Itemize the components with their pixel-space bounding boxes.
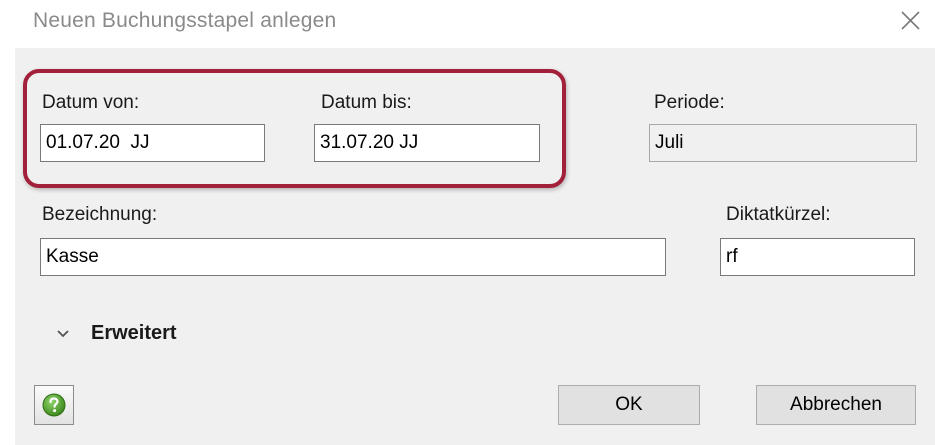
dialog-body: Datum von: Datum bis: Periode: Bezeichnu… (15, 48, 935, 445)
cancel-button[interactable]: Abbrechen (756, 385, 916, 425)
dialog-title: Neuen Buchungsstapel anlegen (33, 9, 337, 32)
ok-button[interactable]: OK (558, 385, 700, 425)
periode-label: Periode: (654, 92, 725, 113)
chevron-down-icon (57, 329, 69, 337)
bezeichnung-field[interactable] (40, 238, 666, 276)
close-icon[interactable] (895, 5, 925, 35)
diktatkuerzel-label: Diktatkürzel: (726, 204, 831, 225)
datum-von-field[interactable] (40, 124, 265, 162)
periode-field (649, 124, 917, 162)
help-icon (42, 393, 66, 417)
datum-bis-field[interactable] (314, 124, 540, 162)
dialog-window: Neuen Buchungsstapel anlegen Datum von: … (0, 0, 935, 445)
erweitert-expander[interactable]: Erweitert (53, 322, 177, 345)
bezeichnung-label: Bezeichnung: (42, 204, 158, 225)
erweitert-label: Erweitert (91, 322, 177, 344)
help-button[interactable] (34, 385, 74, 425)
datum-bis-label: Datum bis: (321, 92, 412, 113)
diktatkuerzel-field[interactable] (720, 238, 915, 276)
title-bar: Neuen Buchungsstapel anlegen (0, 0, 935, 48)
datum-von-label: Datum von: (42, 92, 140, 113)
